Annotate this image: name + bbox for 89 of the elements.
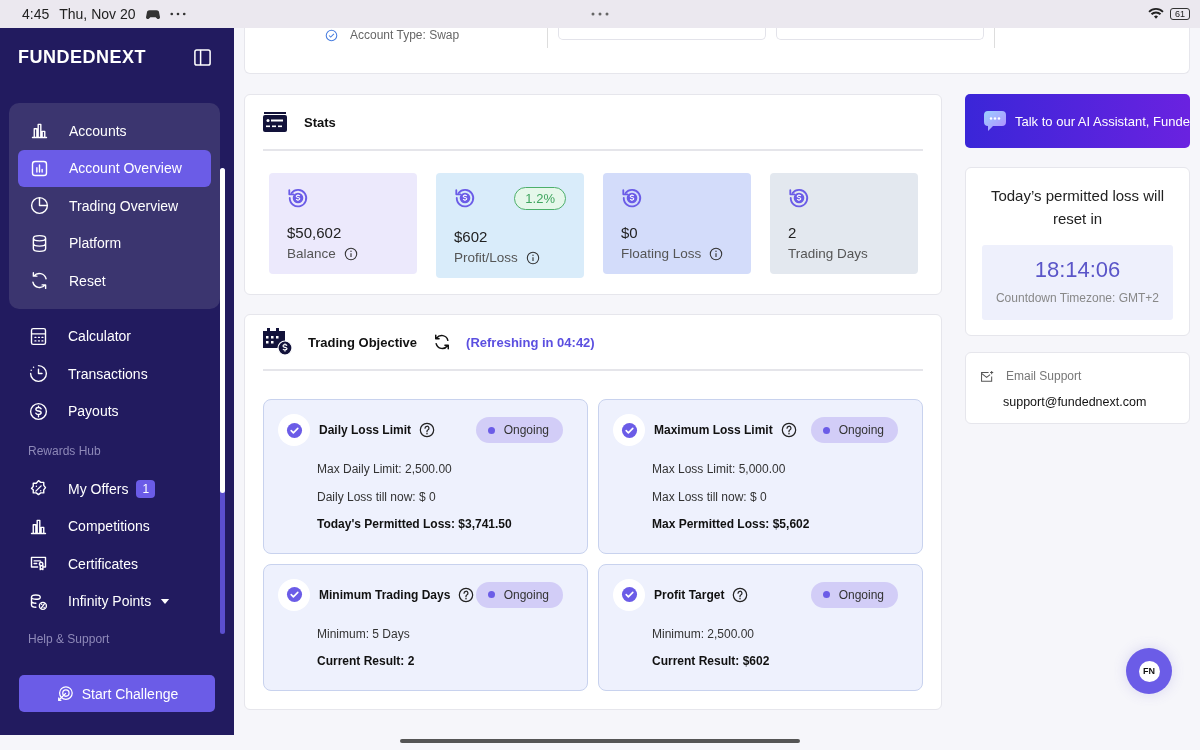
target-icon [55, 684, 74, 703]
clock-time: 4:45 [22, 6, 50, 22]
dollar-icon [28, 400, 49, 422]
nav-item[interactable]: Certificates [18, 545, 220, 583]
stat-value: $602 [454, 228, 489, 245]
objective-detail: Max Loss till now: $ 0 [651, 488, 768, 506]
objective-detail: Current Result: $602 [651, 653, 771, 670]
status-pill: Ongoing [810, 581, 898, 608]
stat-value: $0 [621, 224, 639, 241]
countdown-heading: Today’s permitted loss will reset in [989, 186, 1166, 229]
countdown-time: 18:14:06 [1033, 257, 1122, 283]
nav-item[interactable]: Transactions [18, 355, 220, 393]
calculator-icon [28, 325, 49, 347]
info-icon[interactable] [343, 246, 358, 261]
objective-title: Daily Loss Limit [319, 423, 412, 437]
objective-detail: Max Loss Limit: 5,000.00 [651, 461, 787, 478]
percent-badge: 1.2% [514, 186, 566, 210]
nav-item[interactable]: Payouts [18, 392, 220, 430]
support-label: Email Support [1006, 369, 1082, 383]
status-pill: Ongoing [475, 581, 563, 608]
mail-icon [980, 369, 994, 383]
battery-indicator: 61 [1170, 8, 1190, 20]
check-icon [278, 578, 310, 611]
nav-item[interactable]: Calculator [18, 317, 220, 355]
refresh-countdown: (Refreshing in 04:42) [466, 334, 595, 350]
objective-detail: Max Daily Limit: 2,500.00 [316, 461, 453, 478]
gamepad-icon [145, 8, 160, 20]
account-type: Account Type: Swap [350, 28, 460, 42]
clock-icon [28, 363, 49, 385]
objective-title: Minimum Trading Days [319, 587, 451, 602]
id-card-icon [263, 112, 287, 132]
check-icon [613, 578, 645, 611]
objective-detail: Max Permitted Loss: $5,602 [651, 516, 811, 533]
help-icon[interactable] [780, 422, 797, 438]
stat-label: Profit/Loss [454, 250, 518, 265]
help-icon[interactable] [458, 586, 475, 603]
status-pill: Ongoing [810, 417, 898, 443]
stat-label: Balance [287, 246, 336, 261]
pie-chart-icon [29, 195, 50, 217]
stat-value: 2 [788, 224, 798, 241]
nav-item[interactable]: My Offers 1 [18, 470, 220, 508]
section-heading: Rewards Hub [27, 443, 102, 460]
nav-item[interactable]: Accounts [18, 112, 211, 150]
date: Thu, Nov 20 [59, 6, 136, 22]
start-challenge-button[interactable]: Start Challenge [19, 675, 215, 712]
nav-item[interactable]: Trading Overview [18, 187, 211, 225]
status-pill: Ongoing [475, 417, 563, 443]
objective-detail: Daily Loss till now: $ 0 [316, 488, 437, 506]
stat-label: Trading Days [788, 246, 868, 261]
stat-value: $50,602 [287, 224, 343, 241]
nav-item[interactable]: Platform [18, 224, 211, 262]
support-email[interactable]: support@fundednext.com [980, 395, 1175, 409]
nav-item[interactable]: Reset [18, 262, 211, 300]
objective-detail: Minimum: 2,500.00 [651, 625, 756, 643]
timezone-label: Countdown Timezone: GMT+2 [994, 291, 1161, 305]
help-icon[interactable] [419, 422, 436, 438]
sidebar-toggle-icon[interactable] [193, 47, 212, 67]
wifi-icon [1148, 8, 1164, 20]
more-icon[interactable] [169, 12, 186, 16]
objective-detail: Today's Permitted Loss: $3,741.50 [316, 516, 513, 533]
nav-item[interactable]: Account Overview [18, 149, 211, 187]
section-title: Trading Objective [308, 334, 418, 350]
dollar-refresh-icon [287, 187, 309, 209]
objective-title: Profit Target [654, 587, 725, 602]
logo: FUNDEDNEXT [18, 46, 146, 68]
check-icon [613, 414, 645, 446]
dollar-refresh-icon [788, 187, 810, 209]
chat-bubble-icon [983, 110, 1007, 132]
section-heading: Help & Support [27, 631, 111, 648]
dollar-refresh-icon [621, 187, 643, 209]
stat-label: Floating Loss [621, 246, 702, 261]
check-icon [278, 414, 310, 446]
objective-detail: Minimum: 5 Days [316, 625, 411, 643]
refresh-icon [29, 270, 50, 292]
help-icon[interactable] [732, 586, 749, 603]
count-badge: 1 [136, 479, 156, 498]
nav-item[interactable]: Infinity Points [18, 582, 220, 620]
info-icon[interactable] [709, 246, 724, 261]
objective-detail: Current Result: 2 [316, 653, 416, 670]
objective-title: Maximum Loss Limit [654, 423, 773, 437]
dollar-refresh-icon [454, 187, 476, 209]
ai-assistant-button[interactable]: Talk to our AI Assistant, Funde [965, 94, 1190, 148]
chat-button[interactable]: FN [1126, 648, 1172, 694]
multitask-icon[interactable] [591, 12, 609, 16]
nav-item[interactable]: Competitions [18, 507, 220, 545]
info-icon[interactable] [525, 250, 540, 265]
calendar-dollar-icon [263, 328, 293, 356]
section-title: Stats [304, 114, 336, 130]
check-icon [325, 28, 338, 42]
